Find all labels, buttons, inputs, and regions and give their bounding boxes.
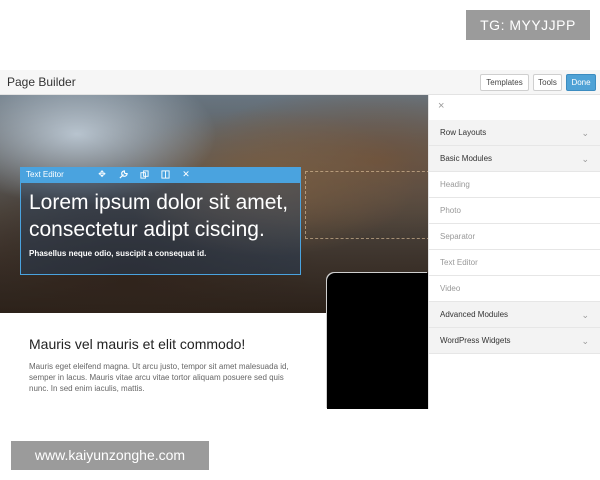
columns-icon[interactable] xyxy=(158,167,172,182)
sidebar-item-label: Row Layouts xyxy=(440,128,487,137)
drop-zone-outline xyxy=(305,171,428,239)
chevron-down-icon: ⌄ xyxy=(581,154,589,164)
sidebar-item-heading[interactable]: Heading xyxy=(429,172,600,198)
tg-badge: TG: MYYJJPP xyxy=(466,10,590,40)
sidebar-item-label: Basic Modules xyxy=(440,154,493,163)
move-icon[interactable]: ✥ xyxy=(95,167,109,182)
hero-heading: Lorem ipsum dolor sit amet, consectetur … xyxy=(29,191,289,241)
sidebar-item-label: Photo xyxy=(440,206,461,215)
text-editor-module[interactable]: Lorem ipsum dolor sit amet, consectetur … xyxy=(20,182,301,275)
content-paragraph: Mauris eget eleifend magna. Ut arcu just… xyxy=(29,362,289,393)
sidebar-item-text-editor[interactable]: Text Editor xyxy=(429,250,600,276)
templates-button[interactable]: Templates xyxy=(480,74,529,91)
text-editor-toolbar: Text Editor ✥ ✕ xyxy=(20,167,301,182)
duplicate-icon[interactable] xyxy=(137,167,151,182)
sidebar-item-label: Video xyxy=(440,284,461,293)
sidebar-item-basic-modules[interactable]: Basic Modules ⌄ xyxy=(429,146,600,172)
sidebar-item-label: Text Editor xyxy=(440,258,478,267)
sidebar-item-label: WordPress Widgets xyxy=(440,336,511,345)
done-button[interactable]: Done xyxy=(566,74,596,91)
chevron-down-icon: ⌄ xyxy=(581,310,589,320)
chevron-down-icon: ⌄ xyxy=(581,336,589,346)
sidebar-item-photo[interactable]: Photo xyxy=(429,198,600,224)
sidebar-close-icon[interactable]: × xyxy=(438,100,444,112)
sidebar-item-advanced-modules[interactable]: Advanced Modules ⌄ xyxy=(429,302,600,328)
watermark-url: www.kaiyunzonghe.com xyxy=(11,441,209,470)
page-canvas: Text Editor ✥ ✕ Lorem ipsum dolor sit am… xyxy=(0,95,428,409)
content-heading: Mauris vel mauris et elit commodo! xyxy=(29,336,246,352)
close-icon[interactable]: ✕ xyxy=(179,167,193,182)
modules-sidebar: × Row Layouts ⌄ Basic Modules ⌄ Heading … xyxy=(428,95,600,409)
chevron-down-icon: ⌄ xyxy=(581,128,589,138)
sidebar-item-row-layouts[interactable]: Row Layouts ⌄ xyxy=(429,120,600,146)
sidebar-item-label: Heading xyxy=(440,180,470,189)
sidebar-item-wordpress-widgets[interactable]: WordPress Widgets ⌄ xyxy=(429,328,600,354)
top-toolbar: Page Builder Templates Tools Done xyxy=(0,70,600,95)
wrench-icon[interactable] xyxy=(116,167,130,182)
page-title: Page Builder xyxy=(7,75,76,89)
sidebar-item-label: Separator xyxy=(440,232,476,241)
sidebar-item-separator[interactable]: Separator xyxy=(429,224,600,250)
sidebar-item-video[interactable]: Video xyxy=(429,276,600,302)
sidebar-item-label: Advanced Modules xyxy=(440,310,509,319)
tools-button[interactable]: Tools xyxy=(533,74,562,91)
text-editor-label: Text Editor xyxy=(26,170,64,179)
hero-subtext: Phasellus neque odio, suscipit a consequ… xyxy=(29,249,207,258)
device-preview-panel xyxy=(327,273,428,409)
